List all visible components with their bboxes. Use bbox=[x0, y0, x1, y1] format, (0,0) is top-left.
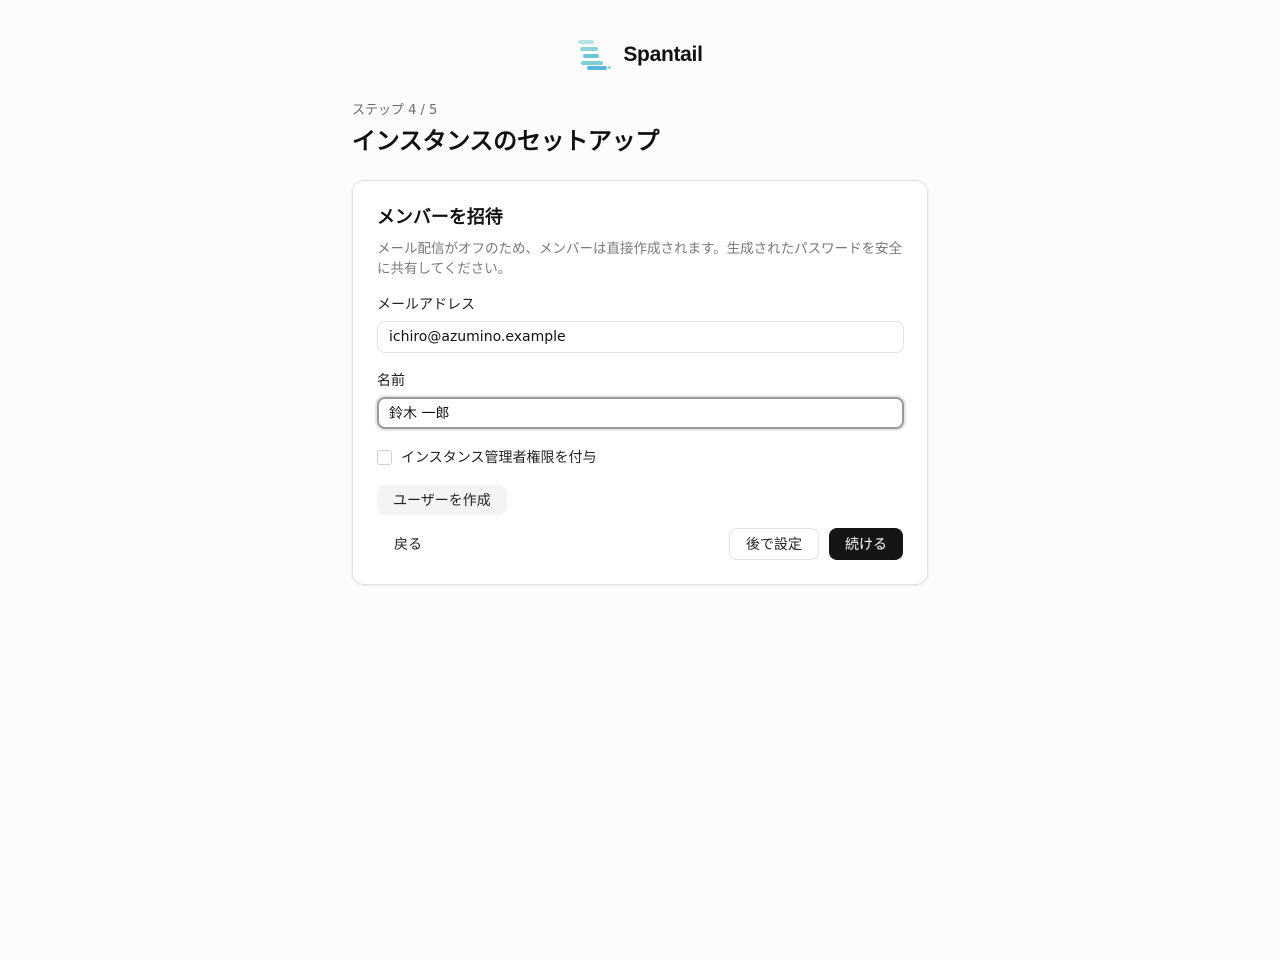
create-user-button[interactable]: ユーザーを作成 bbox=[377, 485, 507, 515]
name-label: 名前 bbox=[377, 373, 405, 389]
name-field[interactable]: 鈴木 一郎 bbox=[377, 397, 904, 429]
footer-actions: 後で設定 続ける bbox=[729, 528, 903, 560]
page-header: ステップ 4 / 5 インスタンスのセットアップ bbox=[352, 102, 928, 158]
admin-checkbox-label: インスタンス管理者権限を付与 bbox=[401, 450, 597, 466]
brand-header: Spantail bbox=[0, 38, 1280, 72]
admin-checkbox[interactable] bbox=[377, 449, 392, 465]
page-title: インスタンスのセットアップ bbox=[352, 127, 660, 155]
card-description: メール配信がオフのため、メンバーは直接作成されます。生成されたパスワードを安全に… bbox=[377, 241, 903, 277]
spantail-logo-icon bbox=[578, 40, 612, 70]
invite-members-card: メンバーを招待 メール配信がオフのため、メンバーは直接作成されます。生成されたパ… bbox=[352, 180, 928, 585]
admin-checkbox-row[interactable]: インスタンス管理者権限を付与 bbox=[377, 447, 903, 467]
email-label: メールアドレス bbox=[377, 297, 475, 313]
email-field[interactable]: ichiro@azumino.example bbox=[377, 321, 904, 353]
configure-later-button[interactable]: 後で設定 bbox=[729, 528, 819, 560]
step-indicator: ステップ 4 / 5 bbox=[352, 103, 438, 118]
back-button[interactable]: 戻る bbox=[377, 528, 439, 560]
card-title: メンバーを招待 bbox=[377, 207, 503, 228]
name-value: 鈴木 一郎 bbox=[389, 406, 450, 422]
continue-button[interactable]: 続ける bbox=[829, 528, 903, 560]
brand-name: Spantail bbox=[623, 43, 703, 66]
card-footer: 戻る 後で設定 続ける bbox=[377, 528, 903, 560]
email-value: ichiro@azumino.example bbox=[389, 329, 566, 345]
